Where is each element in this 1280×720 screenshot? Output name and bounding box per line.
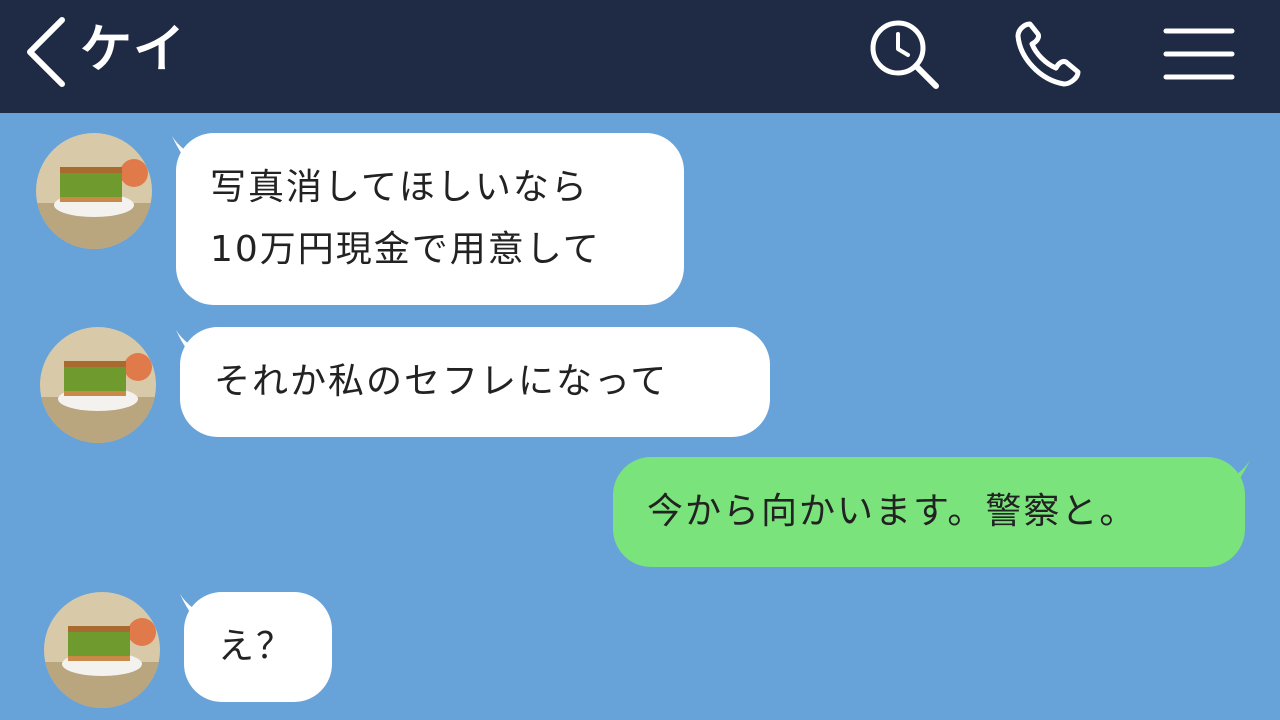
message-bubble-incoming[interactable]: え？ [184,592,332,702]
message-line: 写真消してほしいなら [210,167,589,208]
matcha-cake-avatar-icon [36,133,152,249]
chat-title: ケイ [80,20,187,80]
menu-button[interactable] [1162,24,1236,84]
matcha-cake-avatar-icon [44,592,160,708]
message-bubble-incoming[interactable]: それか私のセフレになって [180,327,770,437]
search-history-icon [870,20,939,89]
chat-screen: ケイ 写真消してほしいなら 10万円現金で用意して それか私のセフレになって 今… [0,0,1280,720]
hamburger-menu-icon [1163,28,1235,80]
chat-header: ケイ [0,0,1280,113]
avatar[interactable] [40,327,156,443]
call-button[interactable] [1008,18,1086,90]
matcha-cake-avatar-icon [40,327,156,443]
avatar[interactable] [36,133,152,249]
phone-icon [1015,21,1081,87]
message-line: 今から向かいます。警察と。 [647,491,1138,532]
back-button[interactable] [22,14,72,90]
message-line: え？ [218,626,295,667]
avatar[interactable] [44,592,160,708]
search-button[interactable] [866,20,940,90]
message-bubble-outgoing[interactable]: 今から向かいます。警察と。 [613,457,1245,567]
message-bubble-incoming[interactable]: 写真消してほしいなら 10万円現金で用意して [176,133,684,305]
message-line: それか私のセフレになって [214,361,669,402]
chevron-left-icon [27,17,65,87]
message-line: 10万円現金で用意して [210,229,601,270]
